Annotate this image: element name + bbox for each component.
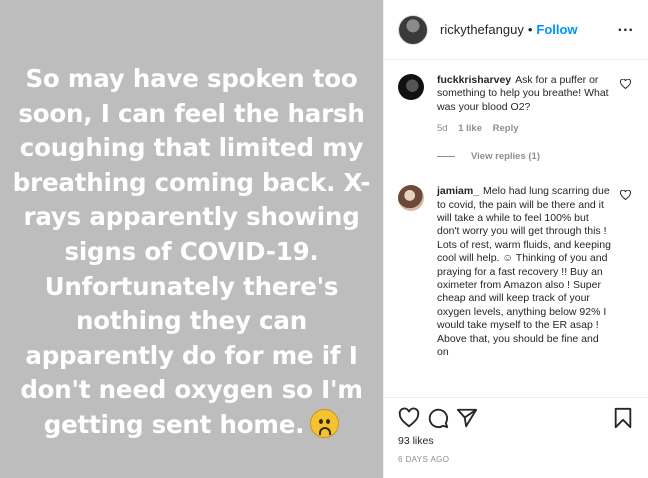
comments-list[interactable]: fuckkrisharvey Ask for a puffer or someth… [384, 61, 648, 396]
commenter-avatar[interactable] [398, 74, 424, 100]
more-options-icon[interactable]: ... [618, 19, 634, 35]
commenter-username[interactable]: jamiam_ [437, 185, 479, 197]
reply-button[interactable]: Reply [493, 123, 519, 134]
view-replies-button[interactable]: View replies (1) [437, 151, 648, 162]
post-timestamp[interactable]: 6 DAYS AGO [398, 455, 449, 464]
follow-button[interactable]: Follow [536, 22, 577, 37]
comment-meta: 5d 1 like Reply [437, 123, 612, 134]
post-image-caption: So may have spoken too soon, I can feel … [7, 27, 377, 442]
frowning-face-icon [310, 408, 340, 438]
comment-likes[interactable]: 1 like [458, 123, 482, 134]
separator-dot: • [527, 22, 533, 37]
post-actions: 93 likes 6 DAYS AGO [384, 397, 648, 478]
comment-body: jamiam_ Melo had lung scarring due to cov… [437, 185, 612, 359]
action-icons [398, 407, 634, 429]
comment-heart-icon[interactable] [620, 79, 631, 89]
comment-heart-icon[interactable] [620, 190, 631, 201]
comment-text: Melo had lung scarring due to covid, the… [437, 185, 611, 359]
post-header: rickythefanguy • Follow ... [384, 0, 648, 60]
share-icon[interactable] [456, 407, 478, 429]
avatar[interactable] [398, 14, 428, 45]
comment-body: fuckkrisharvey Ask for a puffer or someth… [437, 74, 612, 114]
comment-age[interactable]: 5d [437, 123, 448, 134]
likes-count[interactable]: 93 likes [398, 435, 434, 447]
author-username[interactable]: rickythefanguy [440, 22, 524, 37]
comment-item: jamiam_ Melo had lung scarring due to cov… [384, 185, 648, 359]
comment-icon[interactable] [427, 407, 449, 429]
post-image-text: So may have spoken too soon, I can feel … [12, 64, 371, 439]
post-side-panel: rickythefanguy • Follow ... fuckkrisharv… [383, 0, 648, 478]
replies-divider [437, 156, 455, 158]
post-image[interactable]: So may have spoken too soon, I can feel … [0, 0, 383, 478]
bookmark-icon[interactable] [612, 407, 634, 429]
view-replies-label[interactable]: View replies (1) [471, 151, 540, 162]
commenter-username[interactable]: fuckkrisharvey [437, 74, 511, 86]
comment-item: fuckkrisharvey Ask for a puffer or someth… [384, 74, 648, 134]
commenter-avatar[interactable] [398, 185, 424, 212]
heart-icon[interactable] [398, 407, 420, 429]
